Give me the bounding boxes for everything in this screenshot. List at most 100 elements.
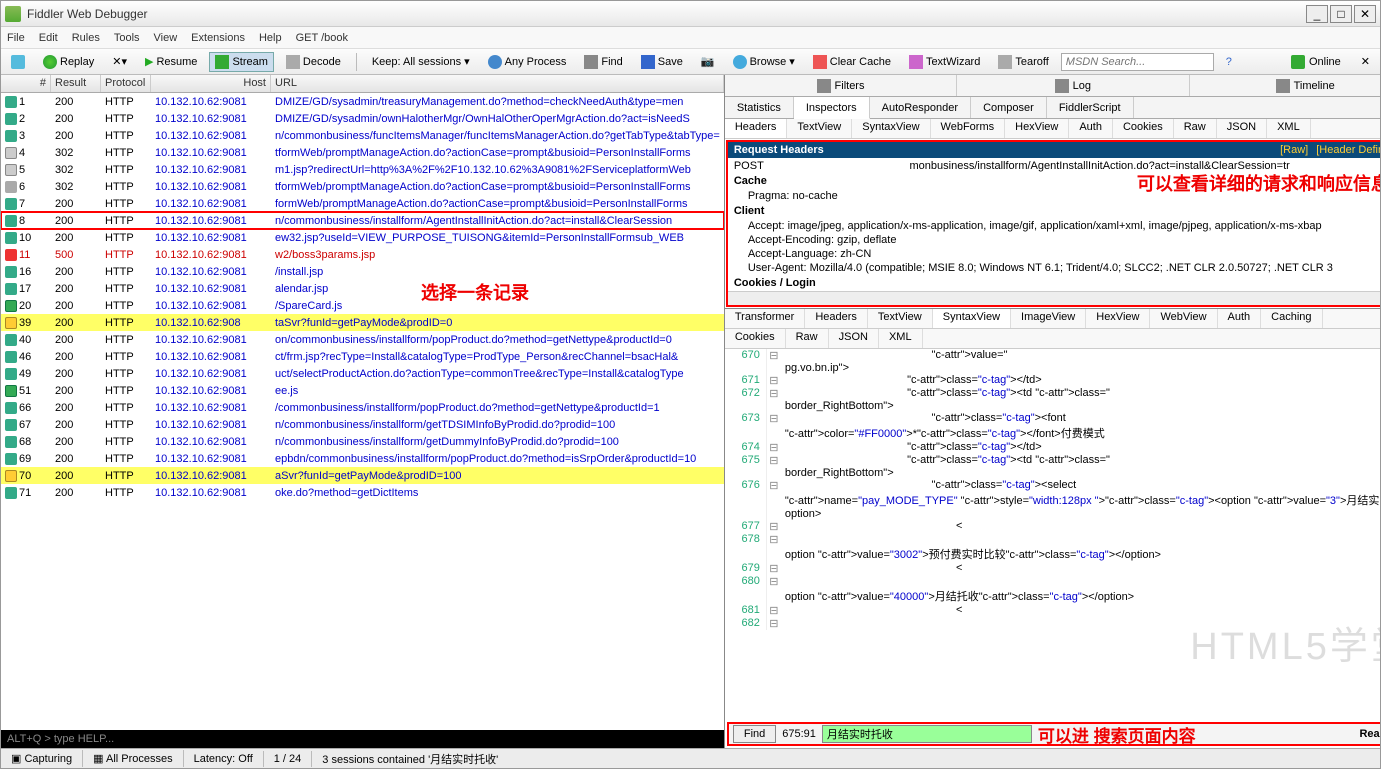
menu-edit[interactable]: Edit (39, 32, 58, 44)
tab-inspectors[interactable]: Inspectors (794, 97, 870, 119)
remove-button[interactable]: ✕▾ (106, 52, 133, 71)
clear-cache-button[interactable]: Clear Cache (807, 52, 897, 72)
tab-raw[interactable]: Raw (1174, 119, 1217, 138)
tab-imageview[interactable]: ImageView (1011, 309, 1086, 328)
camera-button[interactable]: 📷 (695, 52, 721, 71)
menu-getbook[interactable]: GET /book (296, 32, 348, 44)
menu-tools[interactable]: Tools (114, 32, 140, 44)
session-row[interactable]: 8200HTTP10.132.10.62:9081n/commonbusines… (1, 212, 724, 229)
tab-log[interactable]: Log (957, 75, 1189, 96)
session-row[interactable]: 5302HTTP10.132.10.62:9081m1.jsp?redirect… (1, 161, 724, 178)
col-number[interactable]: # (1, 75, 51, 92)
tab-cookies[interactable]: Cookies (1113, 119, 1174, 138)
tab-webforms[interactable]: WebForms (931, 119, 1006, 138)
tab-autoresponder[interactable]: AutoResponder (870, 97, 971, 118)
tab-webview[interactable]: WebView (1150, 309, 1217, 328)
session-row[interactable]: 67200HTTP10.132.10.62:9081n/commonbusine… (1, 416, 724, 433)
minimize-button[interactable]: _ (1306, 5, 1328, 23)
close-toolbar[interactable]: ✕ (1355, 52, 1376, 71)
any-process[interactable]: Any Process (482, 52, 573, 72)
tab-syntaxview[interactable]: SyntaxView (852, 119, 930, 138)
quickexec-bar[interactable]: ALT+Q > type HELP... (1, 730, 724, 748)
session-row[interactable]: 20200HTTP10.132.10.62:9081/SpareCard.js (1, 297, 724, 314)
col-host[interactable]: Host (151, 75, 271, 92)
session-row[interactable]: 16200HTTP10.132.10.62:9081/install.jsp (1, 263, 724, 280)
resume-button[interactable]: ▶Resume (139, 52, 203, 71)
menu-help[interactable]: Help (259, 32, 282, 44)
session-row[interactable]: 69200HTTP10.132.10.62:9081epbdn/commonbu… (1, 450, 724, 467)
session-row[interactable]: 49200HTTP10.132.10.62:9081uct/selectProd… (1, 365, 724, 382)
textwizard-button[interactable]: TextWizard (903, 52, 986, 72)
find-button-resp[interactable]: Find (733, 725, 776, 743)
session-row[interactable]: 7200HTTP10.132.10.62:9081formWeb/promptM… (1, 195, 724, 212)
tab-auth[interactable]: Auth (1218, 309, 1262, 328)
raw-link[interactable]: [Raw] (1280, 144, 1308, 156)
session-row[interactable]: 68200HTTP10.132.10.62:9081n/commonbusine… (1, 433, 724, 450)
tearoff-button[interactable]: Tearoff (992, 52, 1054, 72)
session-row[interactable]: 11500HTTP10.132.10.62:9081w2/boss3params… (1, 246, 724, 263)
tab-auth[interactable]: Auth (1069, 119, 1113, 138)
menu-view[interactable]: View (154, 32, 178, 44)
tab-headers[interactable]: Headers (805, 309, 868, 328)
session-row[interactable]: 17200HTTP10.132.10.62:9081alendar.jsp (1, 280, 724, 297)
stream-button[interactable]: Stream (209, 52, 273, 72)
col-protocol[interactable]: Protocol (101, 75, 151, 92)
tab-hexview[interactable]: HexView (1086, 309, 1150, 328)
session-row[interactable]: 1200HTTP10.132.10.62:9081DMIZE/GD/sysadm… (1, 93, 724, 110)
menu-rules[interactable]: Rules (72, 32, 100, 44)
session-row[interactable]: 70200HTTP10.132.10.62:9081aSvr?funId=get… (1, 467, 724, 484)
help-button[interactable]: ? (1220, 53, 1238, 71)
tab-transformer[interactable]: Transformer (725, 309, 806, 328)
capturing-status[interactable]: ▣ Capturing (1, 750, 83, 767)
tab-hexview[interactable]: HexView (1005, 119, 1069, 138)
tab-syntaxview[interactable]: SyntaxView (933, 309, 1011, 328)
syntax-view[interactable]: HTML5学堂 670⊟ "c-attr">value="pg.vo.bn.ip… (725, 349, 1380, 720)
tab-composer[interactable]: Composer (971, 97, 1047, 118)
session-row[interactable]: 6302HTTP10.132.10.62:9081tformWeb/prompt… (1, 178, 724, 195)
menu-extensions[interactable]: Extensions (191, 32, 245, 44)
tab-fiddlerscript[interactable]: FiddlerScript (1047, 97, 1134, 118)
tab-xml[interactable]: XML (879, 329, 923, 348)
session-row[interactable]: 51200HTTP10.132.10.62:9081ee.js (1, 382, 724, 399)
tab-timeline[interactable]: Timeline (1190, 75, 1381, 96)
close-button[interactable]: ✕ (1354, 5, 1376, 23)
status-message: 3 sessions contained '月结实时托收' (312, 749, 1380, 769)
col-result[interactable]: Result (51, 75, 101, 92)
tab-caching[interactable]: Caching (1261, 309, 1322, 328)
header-defs-link[interactable]: [Header Definitions] (1316, 144, 1380, 156)
session-row[interactable]: 40200HTTP10.132.10.62:9081on/commonbusin… (1, 331, 724, 348)
tab-cookies[interactable]: Cookies (725, 329, 786, 348)
statusbar: ▣ Capturing ▦ All Processes Latency: Off… (1, 748, 1380, 768)
find-input[interactable] (822, 725, 1032, 743)
session-row[interactable]: 39200HTTP10.132.10.62:908taSvr?funId=get… (1, 314, 724, 331)
tab-textview[interactable]: TextView (787, 119, 852, 138)
tab-xml[interactable]: XML (1267, 119, 1311, 138)
tab-statistics[interactable]: Statistics (725, 97, 794, 118)
find-button[interactable]: Find (578, 52, 628, 72)
tab-headers[interactable]: Headers (725, 119, 788, 138)
save-button[interactable]: Save (635, 52, 689, 72)
browse-button[interactable]: Browse ▾ (727, 52, 801, 72)
decode-button[interactable]: Decode (280, 52, 347, 72)
session-row[interactable]: 46200HTTP10.132.10.62:9081ct/frm.jsp?rec… (1, 348, 724, 365)
msdn-search-input[interactable] (1061, 53, 1214, 71)
tab-json[interactable]: JSON (1217, 119, 1267, 138)
replay-button[interactable]: Replay (37, 52, 100, 72)
session-row[interactable]: 10200HTTP10.132.10.62:9081ew32.jsp?useId… (1, 229, 724, 246)
tab-textview[interactable]: TextView (868, 309, 933, 328)
hscroll[interactable] (728, 291, 1380, 305)
session-row[interactable]: 3200HTTP10.132.10.62:9081n/commonbusines… (1, 127, 724, 144)
session-row[interactable]: 71200HTTP10.132.10.62:9081oke.do?method=… (1, 484, 724, 501)
session-row[interactable]: 4302HTTP10.132.10.62:9081tformWeb/prompt… (1, 144, 724, 161)
keep-sessions[interactable]: Keep: All sessions ▾ (366, 52, 476, 71)
comment-button[interactable] (5, 52, 31, 72)
maximize-button[interactable]: □ (1330, 5, 1352, 23)
session-row[interactable]: 2200HTTP10.132.10.62:9081DMIZE/GD/sysadm… (1, 110, 724, 127)
col-url[interactable]: URL (271, 75, 724, 92)
tab-raw[interactable]: Raw (786, 329, 829, 348)
menu-file[interactable]: File (7, 32, 25, 44)
tab-json[interactable]: JSON (829, 329, 879, 348)
tab-filters[interactable]: Filters (725, 75, 957, 96)
session-row[interactable]: 66200HTTP10.132.10.62:9081/commonbusines… (1, 399, 724, 416)
process-filter[interactable]: ▦ All Processes (83, 750, 183, 767)
